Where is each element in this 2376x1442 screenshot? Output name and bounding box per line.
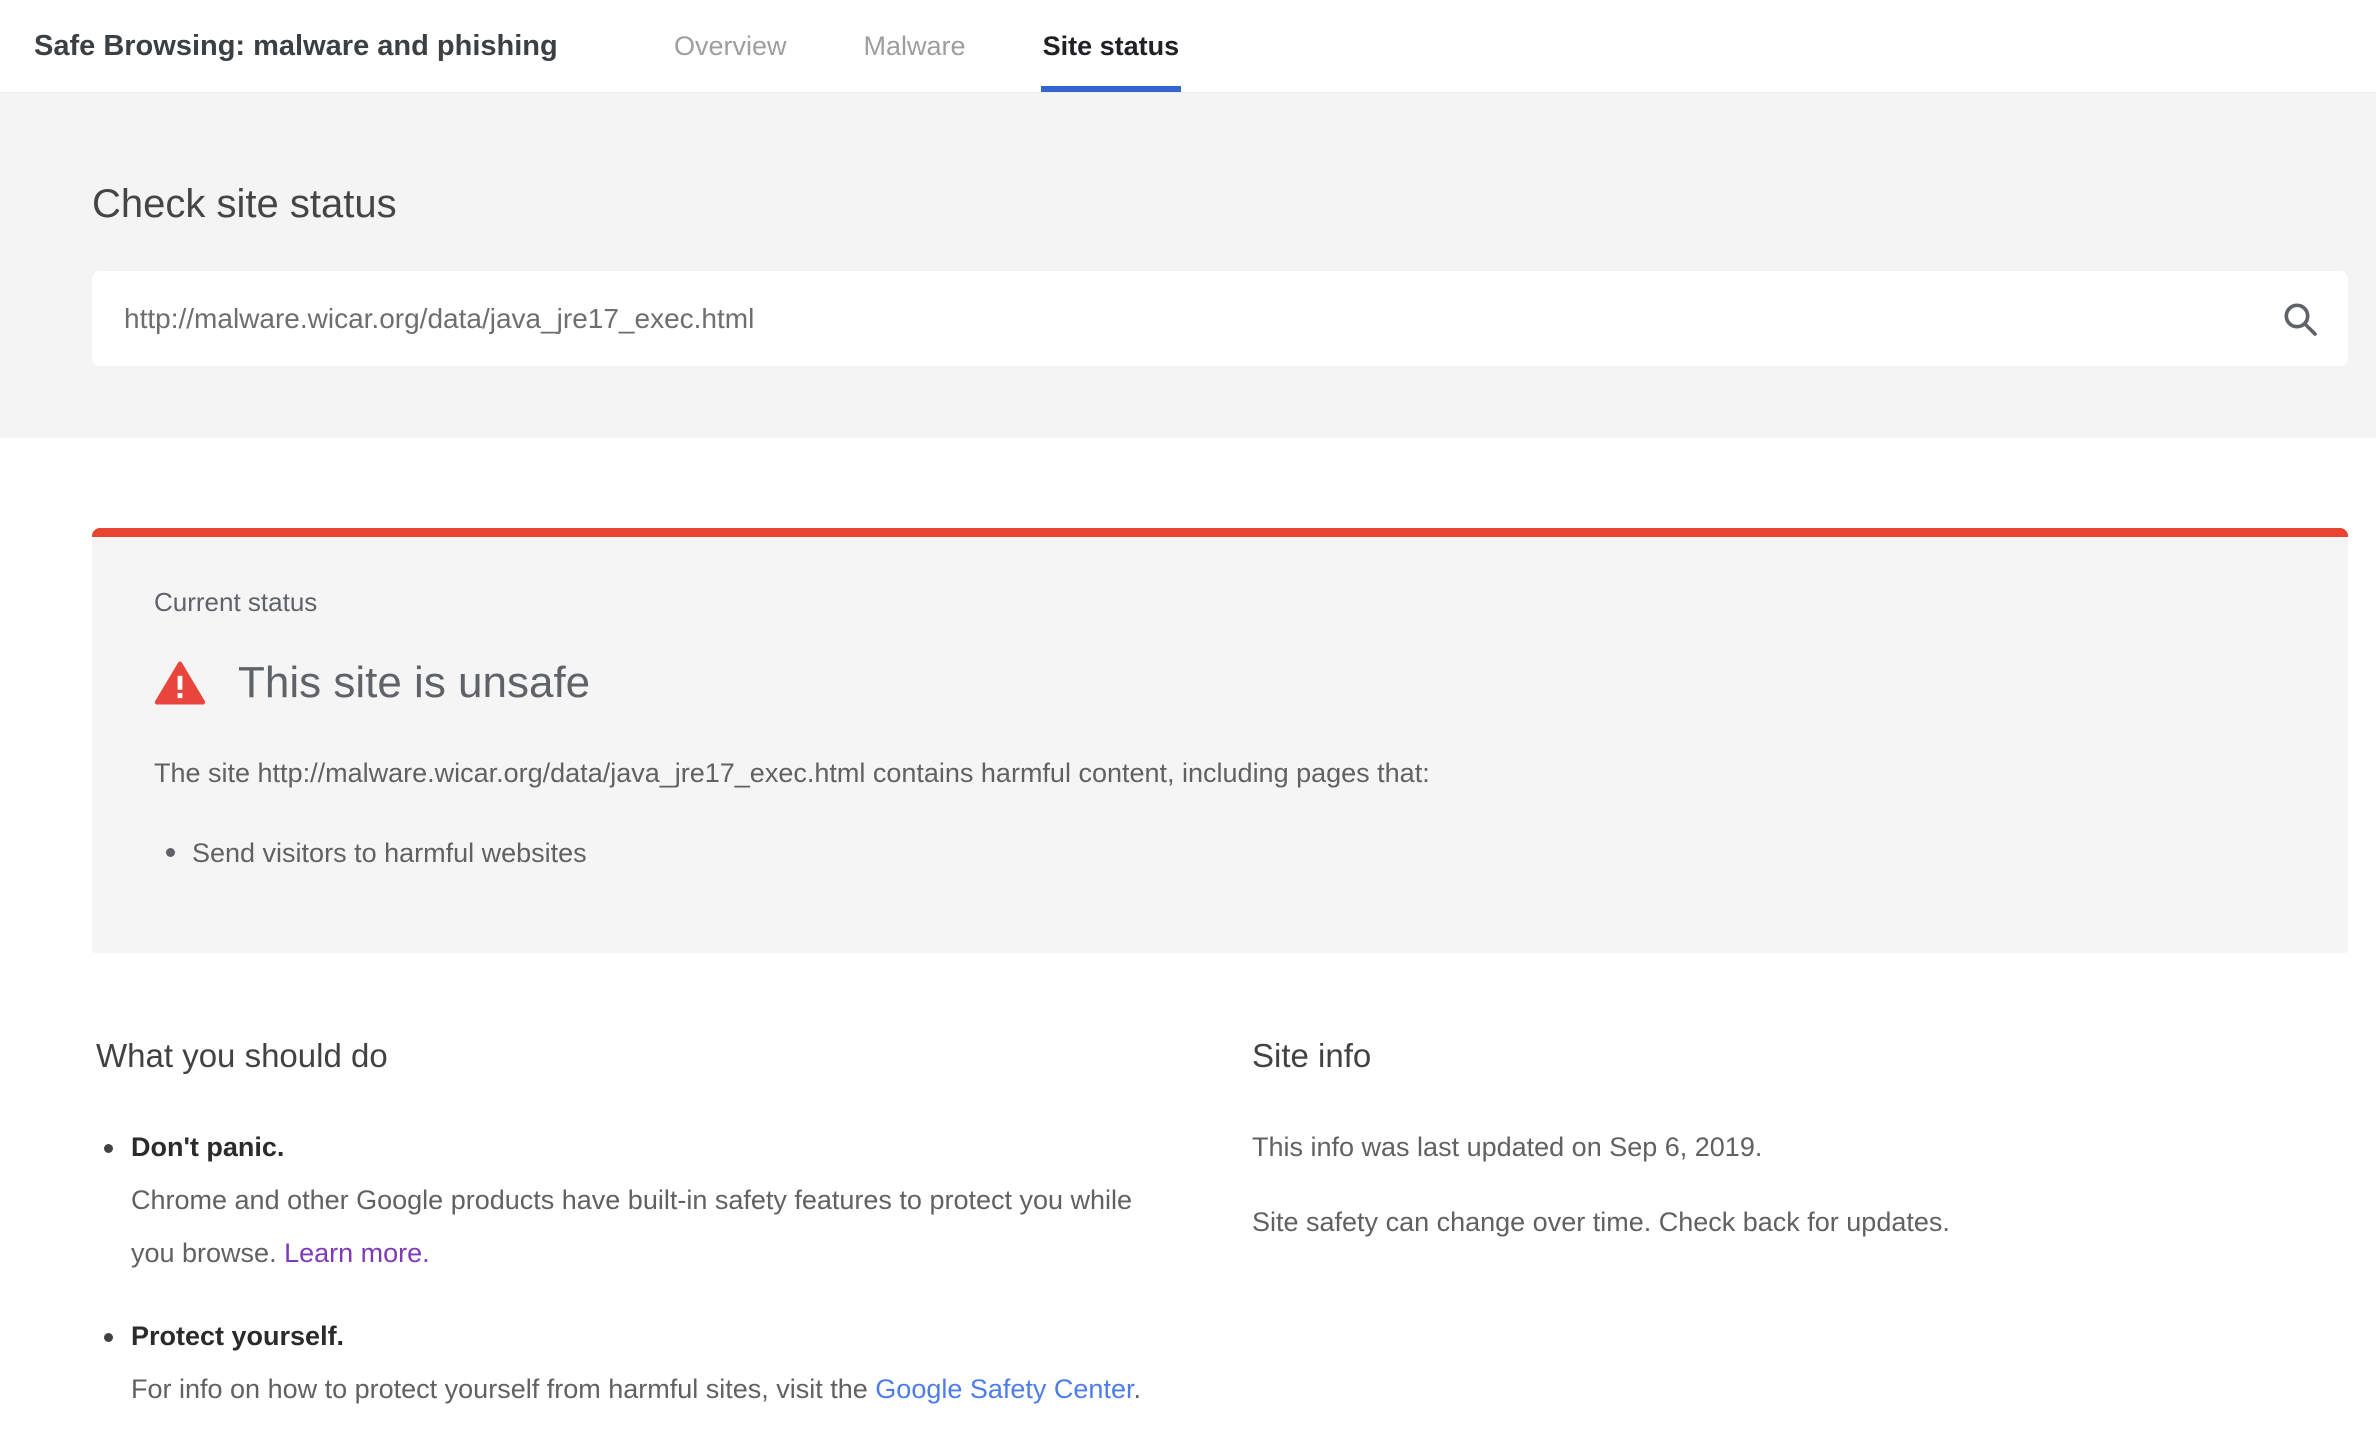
section-heading: Check site status xyxy=(92,181,2376,227)
check-site-status-section: Check site status xyxy=(0,92,2376,438)
harm-list: Send visitors to harmful websites xyxy=(154,837,2286,869)
advice-list: Don't panic. Chrome and other Google pro… xyxy=(96,1121,1160,1416)
active-tab-indicator xyxy=(1041,86,1182,92)
tab-site-status[interactable]: Site status xyxy=(1041,0,1182,92)
details-columns: What you should do Don't panic. Chrome a… xyxy=(0,953,2376,1442)
advice-text-segment: Chrome and other Google products have bu… xyxy=(131,1185,1132,1268)
learn-more-link[interactable]: Learn more. xyxy=(284,1238,430,1268)
site-url-input[interactable] xyxy=(124,303,2278,335)
advice-item-title: Don't panic. xyxy=(131,1121,1160,1174)
status-description: The site http://malware.wicar.org/data/j… xyxy=(154,757,2286,789)
harm-list-item: Send visitors to harmful websites xyxy=(154,837,2286,869)
site-search-box xyxy=(92,271,2348,366)
page-title: Safe Browsing: malware and phishing xyxy=(34,0,558,92)
status-title: This site is unsafe xyxy=(238,653,590,713)
tab-overview-label: Overview xyxy=(674,31,787,62)
site-info-change-line: Site safety can change over time. Check … xyxy=(1252,1196,2342,1249)
advice-item-text: For info on how to protect yourself from… xyxy=(131,1363,1160,1416)
tab-malware-label: Malware xyxy=(864,31,966,62)
site-info-updated-line: This info was last updated on Sep 6, 201… xyxy=(1252,1121,2342,1174)
warning-triangle-icon xyxy=(154,660,206,706)
search-icon xyxy=(2280,299,2320,339)
tab-site-status-label: Site status xyxy=(1043,31,1180,62)
tab-bar: Overview Malware Site status xyxy=(672,0,1181,92)
what-you-should-do-heading: What you should do xyxy=(96,1035,1160,1077)
what-you-should-do-column: What you should do Don't panic. Chrome a… xyxy=(96,1035,1160,1442)
advice-text-segment: . xyxy=(1133,1374,1141,1404)
status-row: This site is unsafe xyxy=(154,653,2286,713)
advice-item-title: Protect yourself. xyxy=(131,1310,1160,1363)
advice-text-segment: For info on how to protect yourself from… xyxy=(131,1374,875,1404)
page-header: Safe Browsing: malware and phishing Over… xyxy=(0,0,2376,92)
site-info-column: Site info This info was last updated on … xyxy=(1252,1035,2342,1442)
advice-item-text: Chrome and other Google products have bu… xyxy=(131,1174,1160,1280)
advice-item-dont-panic: Don't panic. Chrome and other Google pro… xyxy=(96,1121,1160,1280)
search-button[interactable] xyxy=(2278,297,2322,341)
site-info-heading: Site info xyxy=(1252,1035,2342,1077)
tab-malware[interactable]: Malware xyxy=(862,0,968,92)
current-status-card: Current status This site is unsafe The s… xyxy=(92,528,2348,953)
google-safety-center-link[interactable]: Google Safety Center xyxy=(875,1374,1133,1404)
card-red-accent-bar xyxy=(92,528,2348,537)
tab-overview[interactable]: Overview xyxy=(672,0,789,92)
card-body: Current status This site is unsafe The s… xyxy=(92,537,2348,953)
current-status-label: Current status xyxy=(154,587,2286,617)
advice-item-protect-yourself: Protect yourself. For info on how to pro… xyxy=(96,1310,1160,1416)
